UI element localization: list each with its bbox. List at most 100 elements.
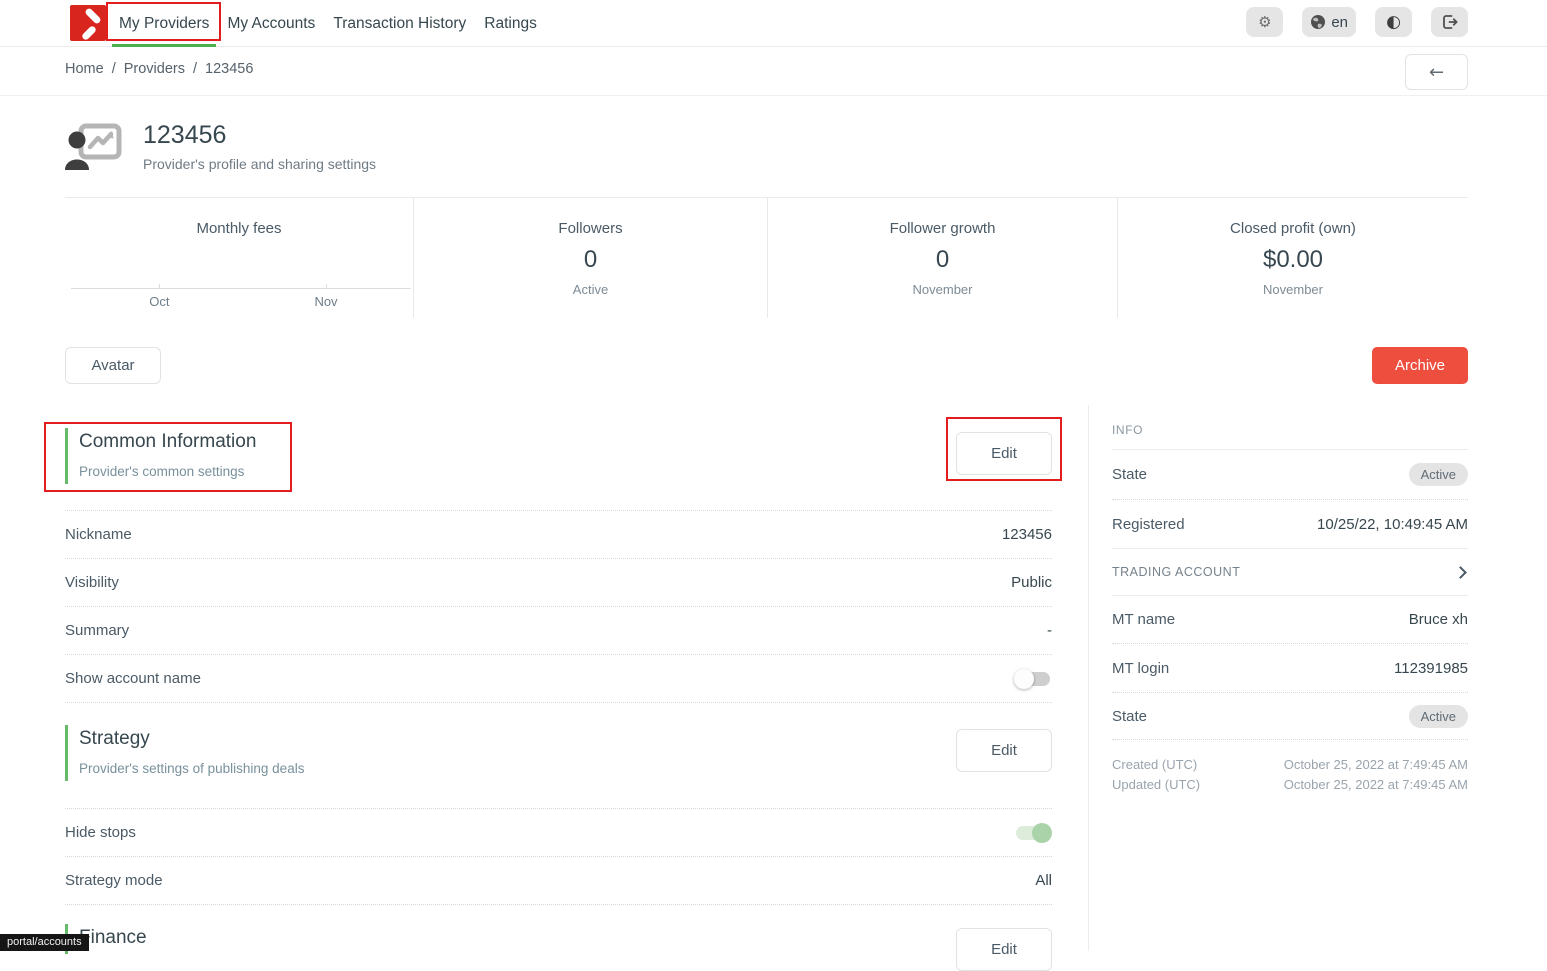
stat-title: Closed profit (own) xyxy=(1230,220,1356,237)
main-nav: My Providers My Accounts Transaction His… xyxy=(110,0,546,47)
nav-item-my-providers[interactable]: My Providers xyxy=(110,0,218,47)
info-meta: Created (UTC) October 25, 2022 at 7:49:4… xyxy=(1112,740,1468,794)
stat-value: 0 xyxy=(584,246,597,274)
trading-account-expander[interactable]: TRADING ACCOUNT xyxy=(1112,549,1468,596)
info-row-mt-login: MT login 112391985 xyxy=(1112,644,1468,693)
chevron-right-icon xyxy=(1454,566,1467,579)
toggle-knob xyxy=(1032,823,1052,843)
theme-toggle-button[interactable]: ◐ xyxy=(1375,7,1412,37)
nav-item-ratings[interactable]: Ratings xyxy=(475,0,546,47)
section-subtitle: Provider's settings of publishing deals xyxy=(79,761,304,776)
section-common-information: Common Information Provider's common set… xyxy=(65,428,1052,488)
provider-avatar-icon xyxy=(65,123,122,170)
top-navigation-bar: My Providers My Accounts Transaction His… xyxy=(0,0,1547,47)
info-row-created: Created (UTC) October 25, 2022 at 7:49:4… xyxy=(1112,754,1468,774)
back-button[interactable]: ← xyxy=(1405,54,1468,90)
info-row-updated: Updated (UTC) October 25, 2022 at 7:49:4… xyxy=(1112,774,1468,794)
row-value: 123456 xyxy=(1002,526,1052,543)
show-account-name-toggle[interactable] xyxy=(1014,669,1052,689)
breadcrumb-current: 123456 xyxy=(205,61,253,77)
edit-common-information-button[interactable]: Edit xyxy=(956,432,1052,475)
edit-strategy-button[interactable]: Edit xyxy=(956,729,1052,772)
row-value: - xyxy=(1047,622,1052,639)
stat-card-followers: Followers 0 Active xyxy=(413,198,767,318)
breadcrumb-separator: / xyxy=(112,61,116,77)
chart-tick-label: Nov xyxy=(314,294,337,309)
section-strategy: Strategy Provider's settings of publishi… xyxy=(65,725,1052,785)
language-button[interactable]: en xyxy=(1302,7,1356,37)
row-value: October 25, 2022 at 7:49:45 AM xyxy=(1284,757,1468,772)
row-strategy-mode: Strategy mode All xyxy=(65,857,1052,905)
section-subtitle: Provider's common settings xyxy=(79,464,256,479)
breadcrumb-separator: / xyxy=(193,61,197,77)
stat-caption: November xyxy=(1263,282,1323,297)
info-row-registered: Registered 10/25/22, 10:49:45 AM xyxy=(1112,500,1468,549)
section-title: Common Information xyxy=(79,431,256,453)
monthly-fees-chart-labels: Oct Nov xyxy=(71,294,411,310)
row-value: 112391985 xyxy=(1394,660,1468,677)
row-label: Hide stops xyxy=(65,824,136,841)
breadcrumb-providers[interactable]: Providers xyxy=(124,61,185,77)
info-row-ta-state: State Active xyxy=(1112,693,1468,740)
row-hide-stops: Hide stops xyxy=(65,809,1052,857)
section-title: Strategy xyxy=(79,728,304,750)
row-label: Created (UTC) xyxy=(1112,757,1197,772)
globe-icon xyxy=(1310,14,1326,30)
row-label: Show account name xyxy=(65,670,201,687)
strategy-rows: Hide stops Strategy mode All xyxy=(65,808,1052,905)
archive-button[interactable]: Archive xyxy=(1372,347,1468,384)
hide-stops-toggle[interactable] xyxy=(1014,823,1052,843)
trading-account-title: TRADING ACCOUNT xyxy=(1112,565,1240,579)
divider xyxy=(0,95,1547,96)
section-title: Finance xyxy=(79,927,147,949)
row-nickname: Nickname 123456 xyxy=(65,511,1052,559)
row-label: State xyxy=(1112,466,1147,483)
stat-value: $0.00 xyxy=(1263,246,1323,274)
topbar-actions: ⚙ en ◐ xyxy=(1246,7,1468,37)
vertical-divider xyxy=(1088,405,1089,951)
row-label: Nickname xyxy=(65,526,132,543)
row-label: MT name xyxy=(1112,611,1175,628)
stats-row: Monthly fees Oct Nov Followers 0 Active … xyxy=(65,197,1468,318)
page-subtitle: Provider's profile and sharing settings xyxy=(143,156,376,172)
nav-item-transaction-history[interactable]: Transaction History xyxy=(324,0,475,47)
language-label: en xyxy=(1331,14,1348,31)
main-content: Common Information Provider's common set… xyxy=(65,405,1052,971)
logout-icon xyxy=(1441,14,1459,30)
row-visibility: Visibility Public xyxy=(65,559,1052,607)
avatar-button[interactable]: Avatar xyxy=(65,347,161,384)
row-label: Strategy mode xyxy=(65,872,163,889)
row-value: 10/25/22, 10:49:45 AM xyxy=(1317,516,1468,533)
row-label: Updated (UTC) xyxy=(1112,777,1200,792)
stat-title: Monthly fees xyxy=(196,220,281,237)
stat-title: Follower growth xyxy=(890,220,996,237)
settings-button[interactable]: ⚙ xyxy=(1246,7,1283,37)
row-value: All xyxy=(1035,872,1052,889)
edit-finance-button[interactable]: Edit xyxy=(956,928,1052,971)
status-badge: Active xyxy=(1409,463,1468,486)
nav-item-my-accounts[interactable]: My Accounts xyxy=(218,0,324,47)
row-label: Visibility xyxy=(65,574,119,591)
row-label: State xyxy=(1112,708,1147,725)
toggle-knob xyxy=(1014,669,1034,689)
half-circle-theme-icon: ◐ xyxy=(1386,14,1401,31)
row-value: Public xyxy=(1011,574,1052,591)
row-value: Bruce xh xyxy=(1409,611,1468,628)
app-logo-icon[interactable] xyxy=(70,5,106,41)
row-show-account-name: Show account name xyxy=(65,655,1052,703)
row-label: Summary xyxy=(65,622,129,639)
breadcrumb: Home / Providers / 123456 xyxy=(65,61,253,77)
common-information-rows: Nickname 123456 Visibility Public Summar… xyxy=(65,510,1052,703)
stat-caption: Active xyxy=(573,282,608,297)
row-summary: Summary - xyxy=(65,607,1052,655)
info-row-state: State Active xyxy=(1112,450,1468,500)
page-title: 123456 xyxy=(143,121,376,150)
breadcrumb-home[interactable]: Home xyxy=(65,61,104,77)
info-panel-title: INFO xyxy=(1112,410,1468,450)
row-label: MT login xyxy=(1112,660,1169,677)
logout-button[interactable] xyxy=(1431,7,1468,37)
status-badge: Active xyxy=(1409,705,1468,728)
row-value: October 25, 2022 at 7:49:45 AM xyxy=(1284,777,1468,792)
monthly-fees-chart-axis xyxy=(71,288,411,289)
info-sidebar: INFO State Active Registered 10/25/22, 1… xyxy=(1112,410,1468,794)
